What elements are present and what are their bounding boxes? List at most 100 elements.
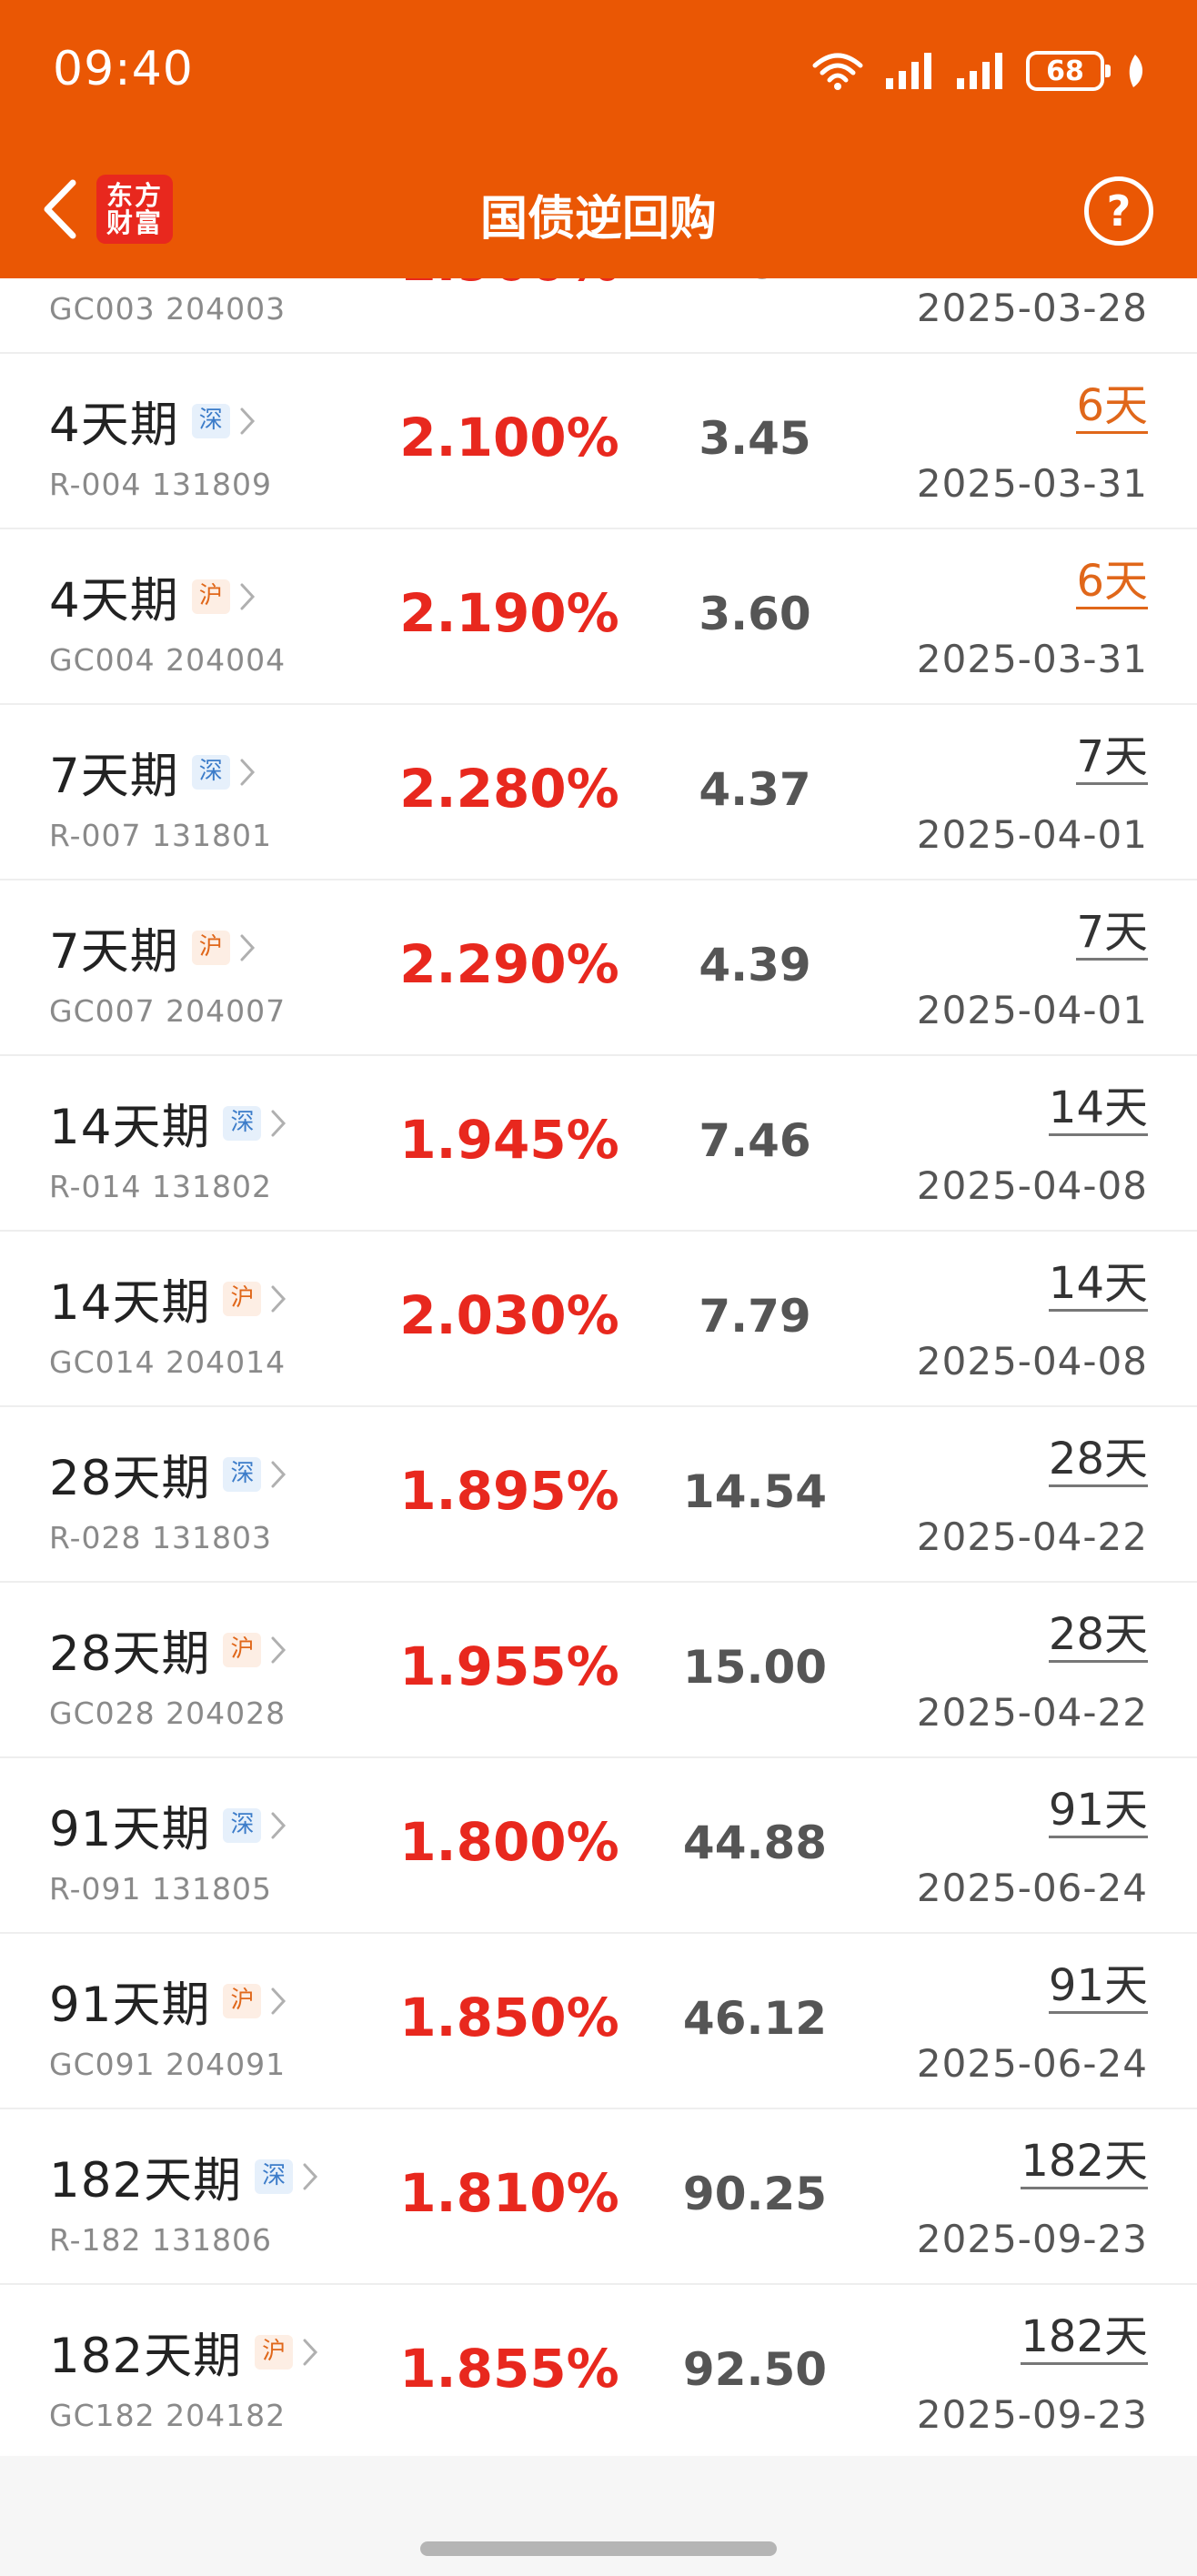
product-name: 14天期 (49, 1275, 211, 1331)
product-name-group[interactable]: 182天期 深 (49, 2142, 318, 2211)
product-code: GC003 204003 (49, 291, 287, 327)
status-icons: 68 (811, 47, 1146, 95)
product-code: R-091 131805 (49, 1871, 272, 1907)
product-name-group[interactable]: 14天期 沪 (49, 1264, 287, 1333)
market-badge: 深 (191, 404, 230, 438)
market-badge: 深 (191, 755, 230, 790)
interest-days[interactable]: 6天 (1076, 556, 1148, 610)
product-name: 28天期 (49, 1451, 211, 1506)
market-badge: 沪 (255, 2335, 294, 2370)
product-code: R-004 131809 (49, 467, 272, 502)
market-badge: 沪 (223, 1984, 262, 2018)
product-name-group[interactable]: 91天期 沪 (49, 1967, 287, 2036)
product-name: 91天期 (49, 1977, 211, 2033)
interest-days[interactable]: 91天 (1048, 1785, 1148, 1839)
market-badge: 深 (223, 1457, 262, 1492)
market-badge: 深 (223, 1106, 262, 1141)
repo-row[interactable]: 7天期 深 R-007 131801 2.280% 4.37 7天 2025-0… (0, 705, 1197, 880)
battery-level: 68 (1046, 55, 1084, 87)
income-per-100k: 7.79 (699, 1290, 811, 1343)
product-name: 4天期 (49, 397, 179, 453)
interest-days[interactable]: 91天 (1048, 1960, 1148, 2015)
interest-days[interactable]: 182天 (1021, 2311, 1148, 2366)
income-per-100k: 92.50 (682, 2343, 828, 2396)
settle-date: 2025-04-08 (916, 1163, 1148, 1208)
income-per-100k: 90.25 (682, 2168, 828, 2220)
interest-days[interactable]: 14天 (1048, 1082, 1148, 1137)
product-code: GC028 204028 (49, 1696, 287, 1731)
income-per-100k: 44.88 (682, 1816, 828, 1869)
product-code: GC182 204182 (49, 2398, 287, 2433)
product-name: 7天期 (49, 924, 179, 980)
battery-icon: 68 (1026, 51, 1111, 91)
signal-icon-2 (957, 53, 1002, 89)
repo-row[interactable]: 4天期 深 R-004 131809 2.100% 3.45 6天 2025-0… (0, 354, 1197, 529)
repo-row[interactable]: 28天期 深 R-028 131803 1.895% 14.54 28天 202… (0, 1407, 1197, 1583)
product-name-group[interactable]: 4天期 沪 (49, 562, 256, 631)
settle-date: 2025-06-24 (916, 1866, 1148, 1910)
income-per-100k: 3.45 (699, 412, 811, 465)
interest-days[interactable]: 7天 (1076, 907, 1148, 961)
question-icon: ? (1106, 186, 1132, 236)
product-code: GC014 204014 (49, 1344, 287, 1380)
product-code: R-014 131802 (49, 1169, 272, 1204)
repo-row[interactable]: 182天期 深 R-182 131806 1.810% 90.25 182天 2… (0, 2109, 1197, 2285)
income-per-100k: 46.12 (682, 1992, 828, 2045)
repo-row[interactable]: 4天期 沪 GC004 204004 2.190% 3.60 6天 2025-0… (0, 529, 1197, 705)
settle-date: 2025-04-01 (916, 812, 1148, 857)
market-badge: 深 (255, 2159, 294, 2194)
product-name-group[interactable]: 91天期 深 (49, 1791, 287, 1860)
product-name: 14天期 (49, 1100, 211, 1155)
chevron-right-icon (239, 758, 256, 787)
repo-row[interactable]: 91天期 沪 GC091 204091 1.850% 46.12 91天 202… (0, 1934, 1197, 2109)
list-bottom-spacer (0, 2456, 1197, 2576)
chevron-right-icon (239, 407, 256, 436)
chevron-right-icon (270, 1284, 287, 1313)
product-name-group[interactable]: 4天期 深 (49, 387, 256, 456)
repo-row[interactable]: 182天期 沪 GC182 204182 1.855% 92.50 182天 2… (0, 2285, 1197, 2460)
income-per-100k: 14.54 (682, 1465, 828, 1518)
settle-date: 2025-04-01 (916, 988, 1148, 1032)
interest-days[interactable]: 28天 (1048, 1434, 1148, 1488)
income-per-100k: 4.39 (699, 939, 811, 991)
settle-date: 2025-04-22 (916, 1514, 1148, 1559)
repo-row[interactable]: 14天期 沪 GC014 204014 2.030% 7.79 14天 2025… (0, 1232, 1197, 1407)
interest-days[interactable]: 14天 (1048, 1258, 1148, 1313)
status-time: 09:40 (53, 42, 194, 96)
nav-bar: 东方 财富 国债逆回购 ? (0, 146, 1197, 278)
interest-days[interactable]: 7天 (1076, 731, 1148, 786)
repo-row[interactable]: 91天期 深 R-091 131805 1.800% 44.88 91天 202… (0, 1758, 1197, 1934)
repo-list: 3天期 沪 GC003 204003 1.900% 2.51 3天 2025-0… (0, 178, 1197, 2460)
chevron-right-icon (302, 2162, 318, 2191)
settle-date: 2025-09-23 (916, 2392, 1148, 2437)
chevron-right-icon (239, 582, 256, 611)
product-name-group[interactable]: 28天期 深 (49, 1440, 287, 1509)
interest-days[interactable]: 182天 (1021, 2136, 1148, 2190)
product-name: 28天期 (49, 1626, 211, 1682)
product-name-group[interactable]: 14天期 深 (49, 1089, 287, 1158)
repo-row[interactable]: 7天期 沪 GC007 204007 2.290% 4.39 7天 2025-0… (0, 880, 1197, 1056)
income-per-100k: 15.00 (682, 1641, 828, 1694)
settle-date: 2025-04-22 (916, 1690, 1148, 1735)
product-name-group[interactable]: 7天期 深 (49, 738, 256, 807)
repo-row[interactable]: 28天期 沪 GC028 204028 1.955% 15.00 28天 202… (0, 1583, 1197, 1758)
interest-days[interactable]: 6天 (1076, 380, 1148, 435)
product-name: 7天期 (49, 749, 179, 804)
market-badge: 沪 (191, 579, 230, 614)
product-name: 4天期 (49, 573, 179, 629)
product-code: R-182 131806 (49, 2222, 272, 2258)
product-code: GC091 204091 (49, 2047, 287, 2082)
chevron-right-icon (270, 1109, 287, 1138)
repo-row[interactable]: 14天期 深 R-014 131802 1.945% 7.46 14天 2025… (0, 1056, 1197, 1232)
home-indicator[interactable] (420, 2541, 777, 2556)
help-button[interactable]: ? (1084, 176, 1153, 246)
product-name-group[interactable]: 7天期 沪 (49, 913, 256, 982)
chevron-right-icon (239, 933, 256, 962)
product-name-group[interactable]: 182天期 沪 (49, 2318, 318, 2387)
income-per-100k: 3.60 (699, 588, 811, 640)
product-code: GC007 204007 (49, 993, 287, 1029)
settle-date: 2025-03-31 (916, 461, 1148, 506)
chevron-right-icon (270, 1987, 287, 2016)
product-name-group[interactable]: 28天期 沪 (49, 1615, 287, 1685)
interest-days[interactable]: 28天 (1048, 1609, 1148, 1664)
